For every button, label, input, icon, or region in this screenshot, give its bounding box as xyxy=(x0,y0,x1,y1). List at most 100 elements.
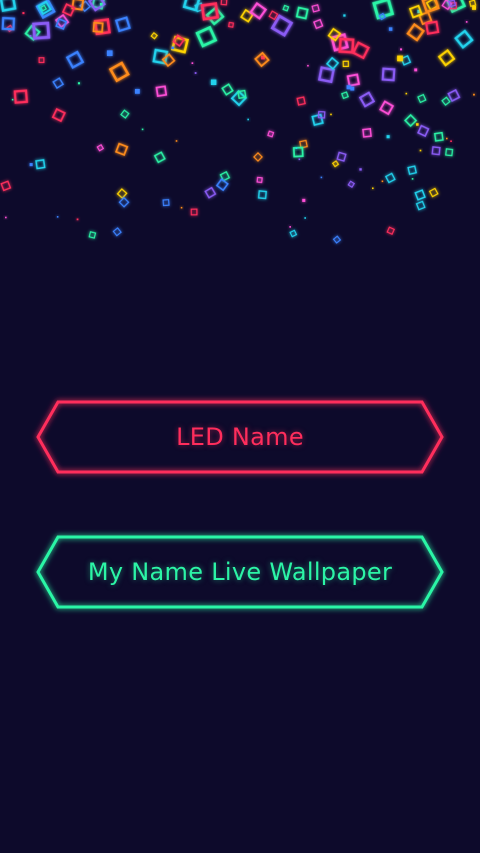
confetti-square xyxy=(191,62,194,64)
confetti-square xyxy=(120,109,130,119)
confetti-square xyxy=(112,227,122,237)
confetti-square xyxy=(405,92,408,95)
confetti-square xyxy=(228,21,235,28)
confetti-square xyxy=(205,6,225,26)
confetti-square xyxy=(116,188,128,200)
confetti-square xyxy=(381,180,384,183)
confetti-square xyxy=(445,137,448,140)
confetti-square xyxy=(386,135,390,139)
confetti-square xyxy=(362,127,372,138)
confetti-square xyxy=(247,118,249,121)
confetti-square xyxy=(194,72,197,74)
confetti-square xyxy=(406,22,426,42)
confetti-square xyxy=(311,4,320,13)
confetti-square xyxy=(257,190,267,200)
confetti-square xyxy=(351,41,370,60)
live-wallpaper-button[interactable]: My Name Live Wallpaper xyxy=(36,534,444,610)
confetti-square xyxy=(292,146,304,158)
confetti-square xyxy=(346,73,361,87)
confetti-square xyxy=(437,48,456,67)
confetti-square xyxy=(381,67,396,82)
confetti-square xyxy=(343,14,346,17)
confetti-square xyxy=(77,82,81,85)
confetti-square xyxy=(386,226,396,236)
confetti-square xyxy=(304,217,306,219)
confetti-square xyxy=(190,208,198,216)
confetti-square xyxy=(267,130,275,138)
led-name-button[interactable]: LED Name xyxy=(36,399,444,475)
confetti-square xyxy=(99,3,103,6)
confetti-square xyxy=(414,189,426,201)
confetti-square xyxy=(372,187,374,190)
confetti-square xyxy=(425,20,440,35)
live-wallpaper-button-label: My Name Live Wallpaper xyxy=(87,558,393,586)
confetti-square xyxy=(350,86,355,91)
confetti-square xyxy=(35,159,46,170)
confetti-square xyxy=(0,0,17,13)
confetti-square xyxy=(447,88,461,103)
confetti-square xyxy=(114,16,131,33)
confetti-square xyxy=(346,85,351,90)
confetti-square xyxy=(332,235,342,244)
confetti-square xyxy=(162,199,170,207)
confetti-square xyxy=(397,55,403,62)
confetti-square xyxy=(347,180,356,189)
confetti-square xyxy=(299,139,308,149)
confetti-square xyxy=(182,0,201,12)
confetti-square xyxy=(195,25,218,48)
confetti-square xyxy=(180,206,183,209)
confetti-square xyxy=(307,64,309,67)
led-name-button-label: LED Name xyxy=(176,423,304,451)
confetti-square xyxy=(282,4,290,12)
confetti-square xyxy=(433,131,444,142)
confetti-square xyxy=(473,93,475,96)
confetti-square xyxy=(155,85,168,98)
confetti-square xyxy=(0,180,12,192)
confetti-square xyxy=(256,176,263,184)
confetti-square xyxy=(342,60,350,68)
confetti-square xyxy=(441,96,451,106)
confetti-square xyxy=(51,107,66,123)
confetti-square xyxy=(204,186,217,199)
confetti-square xyxy=(404,113,418,128)
confetti-square xyxy=(13,89,29,104)
confetti-square xyxy=(414,68,418,72)
confetti-square xyxy=(171,46,174,50)
confetti-square xyxy=(114,142,129,157)
confetti-square xyxy=(106,50,113,57)
confetti-square xyxy=(341,91,349,100)
confetti-square xyxy=(330,113,332,116)
confetti-square xyxy=(88,231,97,239)
confetti-square xyxy=(52,77,65,90)
confetti-square xyxy=(331,160,340,168)
confetti-square xyxy=(431,146,441,156)
confetti-square xyxy=(298,158,301,161)
confetti-square xyxy=(417,93,427,104)
confetti-square xyxy=(11,98,14,101)
confetti-square xyxy=(296,96,306,106)
confetti-square xyxy=(313,18,324,30)
confetti-square xyxy=(221,83,234,96)
neon-confetti-decoration xyxy=(0,0,477,244)
confetti-square xyxy=(415,200,426,211)
confetti-square xyxy=(450,140,452,143)
confetti-square xyxy=(22,12,25,15)
confetti-square xyxy=(96,143,105,152)
confetti-square xyxy=(118,196,130,208)
confetti-square xyxy=(295,147,298,149)
confetti-square xyxy=(417,124,430,138)
confetti-square xyxy=(317,66,335,84)
confetti-square xyxy=(29,35,32,37)
confetti-square xyxy=(55,17,68,31)
confetti-square xyxy=(388,27,393,31)
confetti-square xyxy=(320,176,323,179)
confetti-square xyxy=(372,0,395,20)
confetti-square xyxy=(5,216,7,219)
confetti-square xyxy=(465,21,468,23)
confetti-square xyxy=(472,5,477,10)
confetti-square xyxy=(65,50,85,70)
confetti-square xyxy=(327,27,342,42)
confetti-square xyxy=(150,31,158,40)
confetti-square xyxy=(254,51,270,68)
confetti-square xyxy=(384,172,396,184)
